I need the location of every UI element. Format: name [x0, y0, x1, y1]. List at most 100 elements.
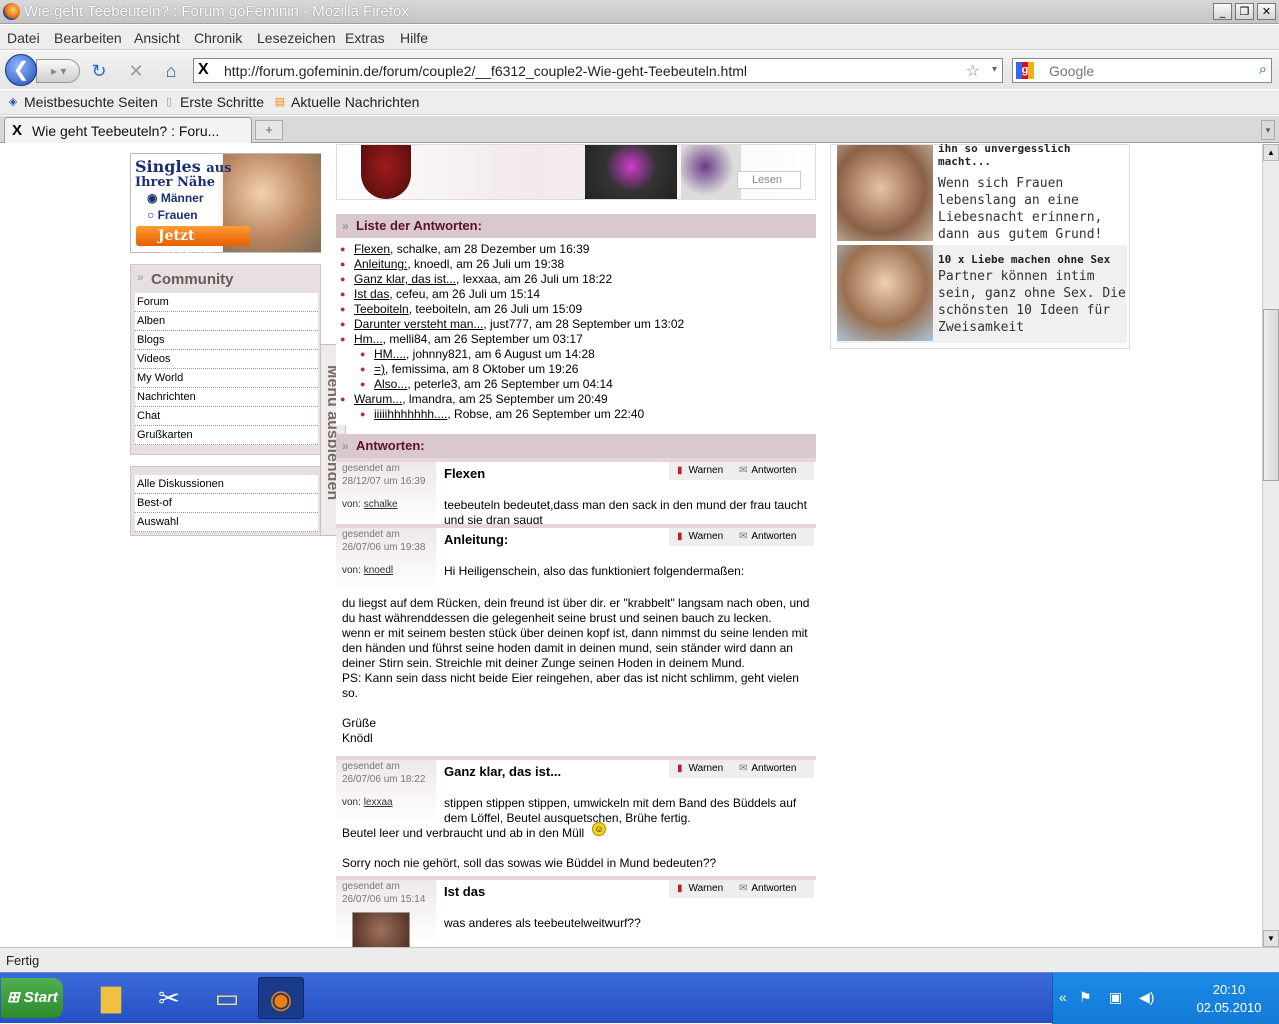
- post-date: 26/07/06 um 18:22: [342, 774, 426, 785]
- start-button[interactable]: ⊞ Start: [1, 978, 63, 1018]
- answer-link[interactable]: Also...: [374, 377, 407, 391]
- promo-item[interactable]: Der perfekte Liebesakt: Was ihn so unver…: [837, 144, 1128, 243]
- bookmark-meistbesuchte[interactable]: Meistbesuchte Seiten: [24, 94, 158, 110]
- community-item-forum[interactable]: Forum: [135, 293, 318, 312]
- tab-list-button[interactable]: ▾: [1261, 120, 1275, 140]
- community-item-nachrichten[interactable]: Nachrichten: [135, 388, 318, 407]
- warnen-button[interactable]: Warnen: [677, 462, 724, 480]
- answer-link[interactable]: HM....: [374, 347, 406, 361]
- answer-link[interactable]: Ist das: [354, 287, 389, 301]
- menu-hilfe[interactable]: Hilfe: [400, 30, 428, 46]
- singles-title: Singles aus: [135, 157, 232, 176]
- notes-icon[interactable]: ▭: [204, 977, 250, 1019]
- warnen-button[interactable]: Warnen: [677, 528, 724, 546]
- vertical-scrollbar[interactable]: ▲ ▼: [1262, 144, 1279, 947]
- community-item-grusskarten[interactable]: Grußkarten: [135, 426, 318, 445]
- promo-desc[interactable]: Partner können intim sein, ganz ohne Sex…: [938, 268, 1128, 336]
- google-icon[interactable]: g: [1016, 62, 1034, 79]
- promo-desc[interactable]: Wenn sich Frauen lebenslang an eine Lieb…: [938, 175, 1128, 243]
- top-banner[interactable]: Lesen: [336, 144, 816, 200]
- antworten-button[interactable]: Antworten: [739, 528, 796, 546]
- bookmark-star-icon[interactable]: ☆: [966, 61, 980, 81]
- answer-link[interactable]: Anleitung:: [354, 257, 407, 271]
- jetzt-suchen-button[interactable]: Jetzt suchen: [136, 226, 250, 264]
- community-item-chat[interactable]: Chat: [135, 407, 318, 426]
- flag-icon[interactable]: ⚑: [1079, 989, 1092, 1006]
- tab-title[interactable]: Wie geht Teebeuteln? : Foru...: [32, 123, 219, 139]
- scroll-down-icon[interactable]: ▼: [1263, 930, 1279, 947]
- radio-maenner[interactable]: ◉ Männer: [147, 191, 204, 205]
- best-of-link[interactable]: Best-of: [135, 494, 318, 513]
- menu-lesezeichen[interactable]: Lesezeichen: [257, 30, 336, 46]
- menu-datei[interactable]: Datei: [7, 30, 40, 46]
- bookmarks-toolbar: ◈ Meistbesuchte Seiten ▯ Erste Schritte …: [0, 90, 1279, 115]
- reload-icon[interactable]: ↻: [88, 60, 110, 82]
- menu-ansicht[interactable]: Ansicht: [134, 30, 180, 46]
- close-button[interactable]: ✕: [1257, 3, 1276, 20]
- home-icon[interactable]: ⌂: [160, 60, 182, 82]
- radio-frauen[interactable]: ○ Frauen: [147, 208, 198, 222]
- tools-icon[interactable]: ✂: [146, 977, 192, 1019]
- menu-chronik[interactable]: Chronik: [194, 30, 242, 46]
- menu-bearbeiten[interactable]: Bearbeiten: [54, 30, 122, 46]
- community-item-blogs[interactable]: Blogs: [135, 331, 318, 350]
- bookmark-aktuelle-nachrichten[interactable]: Aktuelle Nachrichten: [291, 94, 419, 110]
- community-item-videos[interactable]: Videos: [135, 350, 318, 369]
- url-dropdown-icon[interactable]: ▾: [992, 64, 997, 75]
- search-icon[interactable]: ⌕: [1259, 61, 1267, 78]
- search-bar[interactable]: g Google ⌕: [1012, 58, 1272, 83]
- scroll-up-icon[interactable]: ▲: [1263, 144, 1279, 161]
- antworten-button[interactable]: Antworten: [739, 760, 796, 778]
- antworten-button[interactable]: Antworten: [739, 462, 796, 480]
- post-von-label: von:: [342, 499, 361, 510]
- warnen-button[interactable]: Warnen: [677, 760, 724, 778]
- network-icon[interactable]: ▣: [1109, 989, 1122, 1006]
- tab-active[interactable]: X Wie geht Teebeuteln? : Foru...: [4, 117, 252, 143]
- lesen-button[interactable]: Lesen: [737, 171, 801, 189]
- auswahl-link[interactable]: Auswahl: [135, 513, 318, 532]
- answer-link[interactable]: Flexen: [354, 242, 390, 256]
- promo-item[interactable]: 10 x Liebe machen ohne Sex Partner könne…: [837, 245, 1127, 343]
- right-promo-box: Der perfekte Liebesakt: Was ihn so unver…: [830, 144, 1130, 349]
- answer-link[interactable]: Hm...: [354, 332, 383, 346]
- firefox-taskbar-icon[interactable]: ◉: [258, 977, 304, 1019]
- promo-title[interactable]: Der perfekte Liebesakt: Was ihn so unver…: [938, 144, 1128, 168]
- menu-extras[interactable]: Extras: [345, 30, 385, 46]
- scrollbar-thumb[interactable]: [1263, 309, 1279, 481]
- volume-icon[interactable]: ◀): [1139, 989, 1154, 1006]
- stop-icon[interactable]: ✕: [125, 60, 147, 82]
- avatar[interactable]: [352, 912, 410, 947]
- answer-list-section: Liste der Antworten: Flexen, schalke, am…: [336, 214, 816, 425]
- clock-date: 02.05.2010: [1196, 1000, 1262, 1015]
- explorer-icon[interactable]: ▇: [88, 977, 134, 1019]
- post-author-link[interactable]: knoedl: [364, 565, 393, 576]
- post-author-link[interactable]: lexxaa: [364, 797, 393, 808]
- post-author-link[interactable]: schalke: [364, 499, 398, 510]
- maximize-button[interactable]: ❐: [1235, 3, 1254, 20]
- tray-expand-icon[interactable]: «: [1059, 989, 1067, 1005]
- answer-link[interactable]: =): [374, 362, 385, 376]
- back-button[interactable]: ❮: [5, 54, 37, 86]
- promo-title[interactable]: 10 x Liebe machen ohne Sex: [938, 253, 1128, 266]
- answer-list-title: Liste der Antworten:: [336, 214, 816, 238]
- antworten-button[interactable]: Antworten: [739, 880, 796, 898]
- answer-list-item: Hm..., melli84, am 26 September um 03:17: [340, 332, 816, 347]
- url-bar[interactable]: X http://forum.gofeminin.de/forum/couple…: [193, 58, 1003, 83]
- answer-link[interactable]: Ganz klar, das ist...: [354, 272, 456, 286]
- bookmark-erste-schritte[interactable]: Erste Schritte: [180, 94, 264, 110]
- answer-link[interactable]: Teeboiteln: [354, 302, 409, 316]
- minimize-button[interactable]: _: [1213, 3, 1232, 20]
- community-item-myworld[interactable]: My World: [135, 369, 318, 388]
- forward-button[interactable]: ▸ ▾: [36, 59, 80, 83]
- post-meta: gesendet am 26/07/06 um 19:38 von: knoedl: [336, 528, 436, 592]
- answer-link[interactable]: iiiiihhhhhhh....: [374, 407, 447, 421]
- singles-ad[interactable]: Singles aus Ihrer Nähe ◉ Männer ○ Frauen…: [130, 153, 321, 264]
- warnen-button[interactable]: Warnen: [677, 880, 724, 898]
- search-placeholder[interactable]: Google: [1049, 63, 1094, 79]
- alle-diskussionen-link[interactable]: Alle Diskussionen: [135, 475, 318, 494]
- answer-link[interactable]: Warum...: [354, 392, 402, 406]
- url-text[interactable]: http://forum.gofeminin.de/forum/couple2/…: [224, 63, 747, 79]
- community-item-alben[interactable]: Alben: [135, 312, 318, 331]
- new-tab-button[interactable]: +: [255, 120, 283, 140]
- answer-link[interactable]: Darunter versteht man...: [354, 317, 483, 331]
